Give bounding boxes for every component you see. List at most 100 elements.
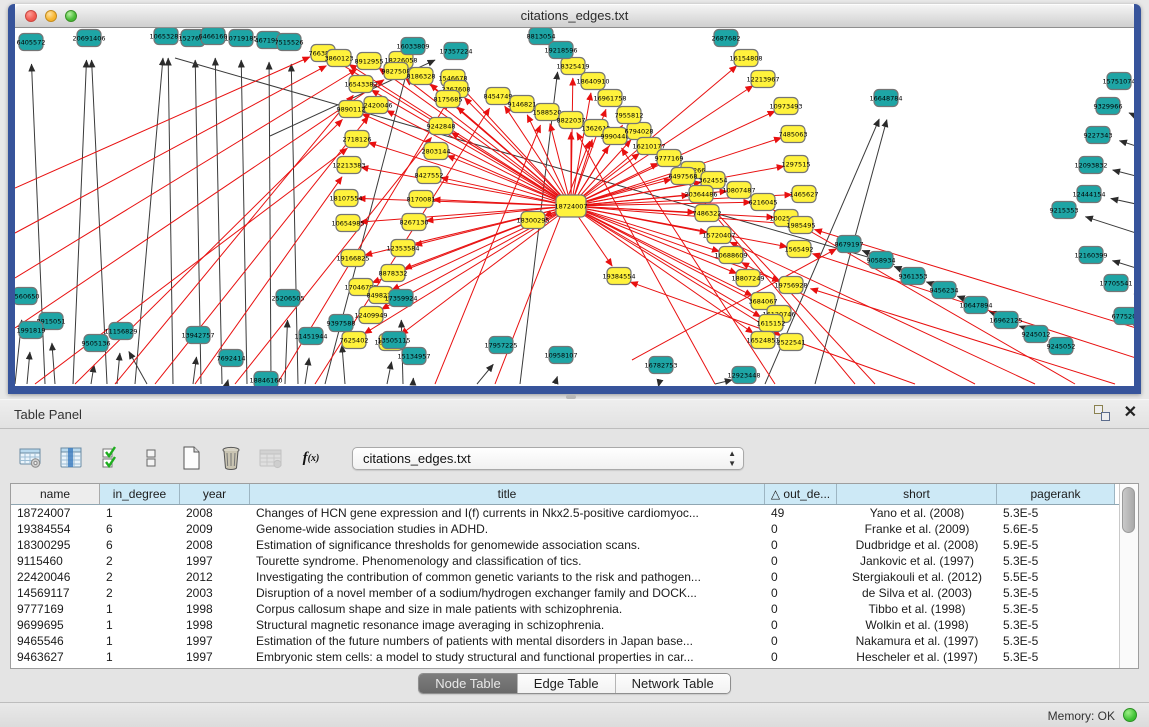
graph-node[interactable]: 18325419: [556, 58, 589, 75]
graph-node[interactable]: 16962125: [989, 312, 1022, 329]
row-height-icon[interactable]: [138, 445, 164, 471]
graph-node[interactable]: 12444154: [1072, 186, 1105, 203]
graph-node[interactable]: 9245012: [1022, 326, 1051, 343]
graph-node[interactable]: 16782753: [644, 357, 677, 374]
graph-node[interactable]: 6405572: [17, 34, 46, 51]
graph-node[interactable]: 6216045: [749, 194, 778, 211]
tab-network-table[interactable]: Network Table: [615, 674, 730, 693]
table-row[interactable]: 1456911722003Disruption of a novel membe…: [11, 585, 1138, 601]
graph-node[interactable]: 20691406: [72, 30, 105, 47]
graph-node[interactable]: 17957225: [484, 337, 517, 354]
graph-node[interactable]: 7955812: [615, 107, 644, 124]
graph-node[interactable]: 12213383: [332, 157, 365, 174]
graph-node[interactable]: 19218596: [544, 42, 577, 59]
graph-node[interactable]: 6466160: [199, 28, 228, 45]
graph-node[interactable]: 9215353: [1050, 202, 1079, 219]
graph-node[interactable]: 9456234: [930, 282, 959, 299]
graph-node[interactable]: 11451944: [294, 328, 327, 345]
table-vertical-scrollbar[interactable]: [1119, 484, 1138, 668]
graph-node[interactable]: 9227343: [1084, 127, 1113, 144]
function-builder-icon[interactable]: f(x): [298, 445, 324, 471]
table-row[interactable]: 969969511998Structural magnetic resonanc…: [11, 617, 1138, 633]
graph-node[interactable]: 6497568: [669, 168, 698, 185]
delete-icon[interactable]: [218, 445, 244, 471]
graph-node[interactable]: 7692414: [217, 350, 246, 367]
column-header-short[interactable]: short: [837, 484, 997, 504]
graph-node[interactable]: 8427552: [415, 167, 444, 184]
table-row[interactable]: 1872400712008Changes of HCN gene express…: [11, 505, 1138, 521]
graph-node[interactable]: 10807487: [722, 182, 755, 199]
graph-node[interactable]: 1565492: [785, 241, 814, 258]
scrollbar-thumb[interactable]: [1122, 487, 1135, 533]
graph-node[interactable]: 1991819: [17, 322, 46, 339]
graph-node[interactable]: 10654985: [331, 215, 364, 232]
table-row[interactable]: 2242004622012Investigating the contribut…: [11, 569, 1138, 585]
graph-node[interactable]: 8175685: [434, 91, 463, 108]
graph-node[interactable]: 7625402: [340, 332, 369, 349]
graph-node[interactable]: 12160399: [1074, 247, 1107, 264]
table-row[interactable]: 911546021997Tourette syndrome. Phenomeno…: [11, 553, 1138, 569]
graph-node[interactable]: 9505136: [82, 335, 111, 352]
graph-node[interactable]: 15751074: [1102, 73, 1134, 90]
graph-node[interactable]: 17359924: [384, 290, 417, 307]
graph-node[interactable]: 6775208: [1112, 308, 1134, 325]
graph-node[interactable]: 16033809: [396, 38, 429, 55]
column-header-year[interactable]: year: [180, 484, 250, 504]
graph-node[interactable]: 2560650: [15, 288, 39, 305]
graph-node[interactable]: 9890112: [337, 101, 366, 118]
apply-checks-icon[interactable]: [98, 445, 124, 471]
graph-node[interactable]: 17357224: [439, 43, 472, 60]
graph-node[interactable]: 1985495: [787, 217, 816, 234]
graph-node[interactable]: 8679197: [835, 236, 864, 253]
column-header-title[interactable]: title: [250, 484, 765, 504]
close-panel-icon[interactable]: ✕: [1124, 405, 1137, 421]
graph-node[interactable]: 9777169: [655, 150, 684, 167]
table-settings-icon[interactable]: [18, 445, 44, 471]
graph-node[interactable]: 18724007: [554, 195, 587, 217]
graph-node[interactable]: 18640910: [576, 73, 609, 90]
graph-node[interactable]: 19384554: [602, 268, 635, 285]
graph-node[interactable]: 2687682: [712, 30, 741, 47]
graph-node[interactable]: 18807249: [731, 270, 764, 287]
graph-node[interactable]: 10688609: [714, 247, 747, 264]
graph-node[interactable]: 1297515: [782, 156, 811, 173]
graph-node[interactable]: 3860123: [325, 50, 354, 67]
graph-node[interactable]: 18846160: [249, 372, 282, 387]
graph-node[interactable]: 25206505: [271, 290, 304, 307]
graph-node[interactable]: 12353584: [386, 240, 419, 257]
graph-node[interactable]: 9361353: [899, 268, 928, 285]
graph-node[interactable]: 12409949: [354, 307, 387, 324]
graph-node[interactable]: 15720407: [702, 227, 735, 244]
graph-node[interactable]: 15134957: [397, 348, 430, 365]
column-header-name[interactable]: name: [11, 484, 100, 504]
graph-node[interactable]: 9242848: [427, 118, 456, 135]
graph-node[interactable]: 8170081: [407, 191, 436, 208]
graph-node[interactable]: 11156829: [104, 323, 137, 340]
graph-node[interactable]: 12093832: [1074, 157, 1107, 174]
network-view-canvas[interactable]: 1872400776638223860123891295518226058982…: [15, 28, 1134, 386]
select-column-icon[interactable]: [58, 445, 84, 471]
graph-node[interactable]: 8267130: [400, 214, 429, 231]
graph-node[interactable]: 17705541: [1099, 275, 1132, 292]
graph-node[interactable]: 7486322: [693, 205, 722, 222]
table-selector-dropdown[interactable]: citations_edges.txt ▲▼: [352, 447, 744, 470]
graph-node[interactable]: 1615152: [757, 315, 786, 332]
column-header-out_de[interactable]: △ out_de...: [765, 484, 837, 504]
graph-node[interactable]: 10958107: [544, 347, 577, 364]
graph-node[interactable]: 2718126: [343, 131, 372, 148]
table-row[interactable]: 1938455462009Genome-wide association stu…: [11, 521, 1138, 537]
graph-node[interactable]: 7485063: [779, 126, 808, 143]
graph-node[interactable]: 8912955: [355, 53, 384, 70]
graph-node[interactable]: 9245052: [1047, 338, 1076, 355]
graph-node[interactable]: 19756928: [774, 277, 807, 294]
graph-node[interactable]: 19166825: [336, 250, 369, 267]
table-row[interactable]: 977716911998Corpus callosum shape and si…: [11, 601, 1138, 617]
graph-node[interactable]: 7515526: [275, 34, 304, 51]
graph-node[interactable]: 12923448: [727, 367, 760, 384]
table-row[interactable]: 1830029562008Estimation of significance …: [11, 537, 1138, 553]
new-file-icon[interactable]: [178, 445, 204, 471]
graph-node[interactable]: 16543382: [344, 76, 377, 93]
graph-node[interactable]: 8186328: [407, 68, 436, 85]
graph-node[interactable]: 9058934: [867, 252, 896, 269]
graph-node[interactable]: 2803144: [422, 143, 451, 160]
